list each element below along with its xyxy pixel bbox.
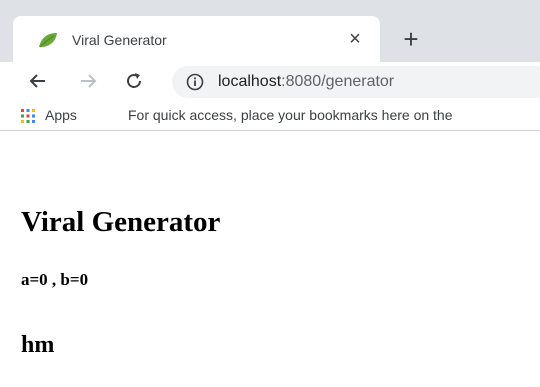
apps-link[interactable]: Apps [45,106,77,124]
url-path: :8080/generator [281,73,395,90]
url-host: localhost [218,73,282,90]
browser-tabstrip: Viral Generator × + [0,0,540,62]
tab-title: Viral Generator [72,32,167,48]
browser-tab[interactable]: Viral Generator × [13,16,380,62]
new-tab-icon[interactable]: + [397,25,425,53]
bookmarks-bar: Apps For quick access, place your bookma… [0,100,540,131]
page-content: Viral Generator a=0 , b=0 hm [0,131,540,387]
apps-grid-icon[interactable] [21,109,35,123]
back-arrow-icon[interactable] [23,66,53,96]
leaf-icon [37,30,59,50]
page-title: Viral Generator [21,206,221,238]
bookmarks-hint: For quick access, place your bookmarks h… [128,107,453,123]
info-icon[interactable] [186,73,204,91]
subheading: hm [21,332,55,358]
close-tab-icon[interactable]: × [343,27,367,51]
values-line: a=0 , b=0 [21,270,89,289]
address-bar[interactable]: localhost:8080/generator [172,66,540,98]
forward-arrow-icon[interactable] [73,66,103,96]
reload-icon[interactable] [119,66,149,96]
browser-toolbar: localhost:8080/generator [0,62,540,100]
url-text[interactable]: localhost:8080/generator [218,72,394,92]
